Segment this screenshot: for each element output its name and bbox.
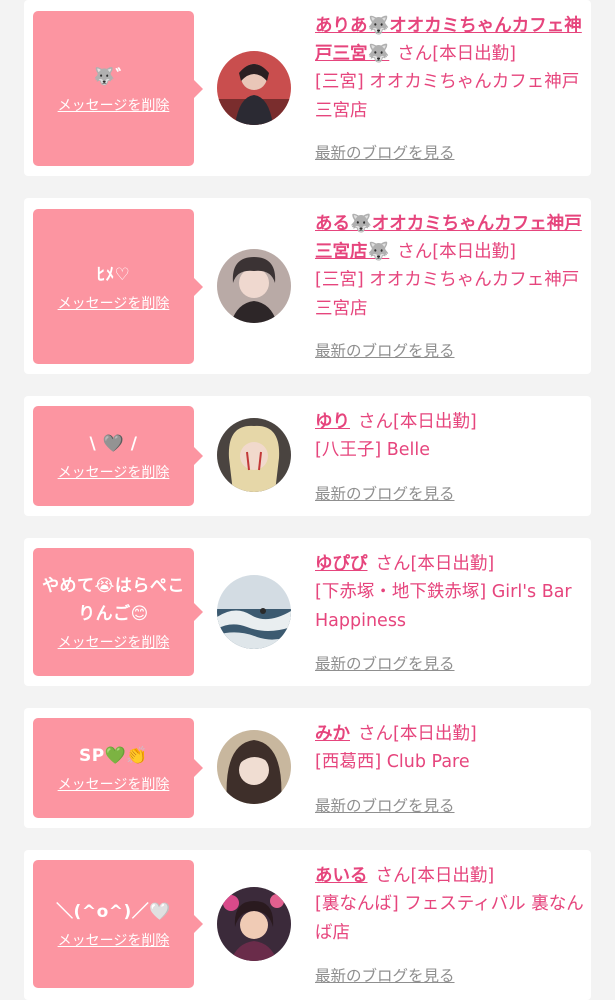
cast-info: みか さん[本日出勤] [西葛西] Club Pare — [315, 720, 587, 777]
name-line: ゆぴぴ さん[本日出勤] — [315, 550, 587, 578]
message-bubble: やめて😭はらぺこりんご😊 メッセージを削除 — [33, 548, 203, 676]
latest-blog-link[interactable]: 最新のブログを見る — [315, 482, 455, 504]
favorite-card: やめて😭はらぺこりんご😊 メッセージを削除 ゆぴぴ さん[本日出勤] [下赤塚・地… — [24, 538, 591, 686]
message-bubble: ﾋﾒ♡ メッセージを削除 — [33, 209, 203, 364]
message-bubble: \ 🩶 / メッセージを削除 — [33, 406, 203, 506]
message-bubble: ＼(^o^)／🤍 メッセージを削除 — [33, 860, 203, 988]
status-label: [本日出勤] — [432, 242, 516, 262]
status-label: [本日出勤] — [432, 44, 516, 64]
message-text: \ 🩶 / — [89, 434, 138, 454]
status-label: [本日出勤] — [393, 412, 477, 432]
cast-info: あいる さん[本日出勤] [裏なんば] フェスティバル 裏なんば店 — [315, 862, 587, 948]
latest-blog-link[interactable]: 最新のブログを見る — [315, 141, 455, 163]
cast-info: ゆぴぴ さん[本日出勤] [下赤塚・地下鉄赤塚] Girl's Bar Happi… — [315, 550, 587, 636]
favorite-card: \ 🩶 / メッセージを削除 ゆり さん[本日出勤] [八王子] Belle 最新… — [24, 396, 591, 516]
avatar[interactable] — [217, 730, 291, 804]
latest-blog-link[interactable]: 最新のブログを見る — [315, 964, 455, 986]
name-line: あいる さん[本日出勤] — [315, 862, 587, 890]
shop-name: [裏なんば] フェスティバル 裏なんば店 — [315, 894, 584, 943]
favorite-card: ＼(^o^)／🤍 メッセージを削除 あいる さん[本日出勤] [裏なんば] フェス… — [24, 850, 591, 1000]
message-text: SP💚👏 — [78, 746, 149, 766]
delete-message-link[interactable]: メッセージを削除 — [58, 774, 170, 794]
favorite-card: 🐺゛ メッセージを削除 ありあ🐺オオカミちゃんカフェ神戸三宮🐺 さん[本日出勤] … — [24, 0, 591, 176]
delete-message-link[interactable]: メッセージを削除 — [58, 632, 170, 652]
message-text: ＼(^o^)／🤍 — [56, 902, 171, 922]
latest-blog-link[interactable]: 最新のブログを見る — [315, 794, 455, 816]
honorific: さん — [397, 44, 433, 64]
honorific: さん — [375, 554, 411, 574]
message-bubble: SP💚👏 メッセージを削除 — [33, 718, 203, 818]
name-line: ありあ🐺オオカミちゃんカフェ神戸三宮🐺 さん[本日出勤] — [315, 12, 587, 68]
latest-blog-link[interactable]: 最新のブログを見る — [315, 652, 455, 674]
delete-message-link[interactable]: メッセージを削除 — [58, 293, 170, 313]
honorific: さん — [358, 412, 393, 432]
avatar[interactable] — [217, 887, 291, 961]
message-text: 🐺゛ — [93, 66, 134, 87]
avatar[interactable] — [217, 249, 291, 323]
shop-name: [三宮] オオカミちゃんカフェ神戸三宮店 — [315, 72, 580, 121]
name-line: ある🐺オオカミちゃんカフェ神戸三宮店🐺 さん[本日出勤] — [315, 210, 587, 266]
shop-name: [三宮] オオカミちゃんカフェ神戸三宮店 — [315, 270, 580, 319]
status-label: [本日出勤] — [410, 554, 495, 574]
shop-name: [下赤塚・地下鉄赤塚] Girl's Bar Happiness — [315, 582, 572, 631]
cast-info: ありあ🐺オオカミちゃんカフェ神戸三宮🐺 さん[本日出勤] [三宮] オオカミちゃん… — [315, 12, 587, 126]
name-line: みか さん[本日出勤] — [315, 720, 587, 748]
name-line: ゆり さん[本日出勤] — [315, 408, 587, 436]
cast-name-link[interactable]: ゆぴぴ — [315, 554, 368, 574]
shop-name: [八王子] Belle — [315, 440, 430, 460]
latest-blog-link[interactable]: 最新のブログを見る — [315, 339, 455, 361]
cast-name-link[interactable]: ゆり — [315, 412, 350, 432]
cast-name-link[interactable]: みか — [315, 724, 350, 744]
avatar[interactable] — [217, 418, 291, 492]
delete-message-link[interactable]: メッセージを削除 — [58, 930, 170, 950]
honorific: さん — [358, 724, 393, 744]
cast-name-link[interactable]: あいる — [315, 866, 368, 886]
message-bubble: 🐺゛ メッセージを削除 — [33, 11, 203, 166]
message-text: やめて😭はらぺこりんご😊 — [42, 576, 185, 624]
cast-info: ある🐺オオカミちゃんカフェ神戸三宮店🐺 さん[本日出勤] [三宮] オオカミちゃん… — [315, 210, 587, 324]
honorific: さん — [375, 866, 411, 886]
status-label: [本日出勤] — [393, 724, 477, 744]
avatar[interactable] — [217, 51, 291, 125]
status-label: [本日出勤] — [410, 866, 495, 886]
cast-info: ゆり さん[本日出勤] [八王子] Belle — [315, 408, 587, 465]
favorite-card: SP💚👏 メッセージを削除 みか さん[本日出勤] [西葛西] Club Pare… — [24, 708, 591, 828]
message-text: ﾋﾒ♡ — [96, 264, 131, 285]
shop-name: [西葛西] Club Pare — [315, 752, 470, 772]
delete-message-link[interactable]: メッセージを削除 — [58, 462, 170, 482]
delete-message-link[interactable]: メッセージを削除 — [58, 95, 170, 115]
honorific: さん — [397, 242, 433, 262]
avatar[interactable] — [217, 575, 291, 649]
favorite-card: ﾋﾒ♡ メッセージを削除 ある🐺オオカミちゃんカフェ神戸三宮店🐺 さん[本日出勤]… — [24, 198, 591, 374]
